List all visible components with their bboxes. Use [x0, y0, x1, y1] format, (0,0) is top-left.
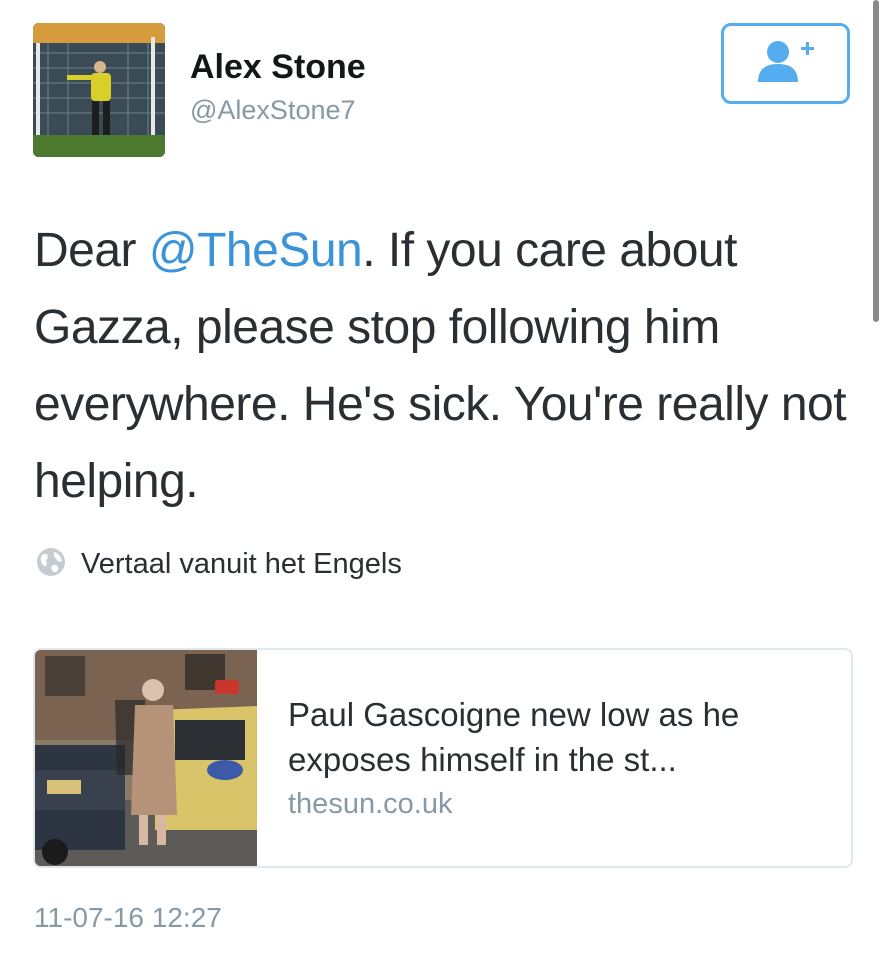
mention-link[interactable]: @TheSun — [149, 224, 363, 277]
person-add-icon — [754, 38, 818, 89]
user-handle[interactable]: @AlexStone7 — [190, 95, 356, 126]
avatar[interactable] — [33, 23, 165, 157]
globe-icon — [35, 546, 67, 583]
translate-link[interactable]: Vertaal vanuit het Engels — [35, 544, 402, 584]
follow-button[interactable] — [721, 23, 850, 104]
display-name[interactable]: Alex Stone — [190, 48, 366, 87]
translate-label: Vertaal vanuit het Engels — [81, 547, 402, 580]
card-title: Paul Gascoigne new low as he exposes him… — [288, 696, 740, 778]
tweet-text: Dear @TheSun. If you care about Gazza, p… — [34, 212, 854, 520]
tweet-timestamp[interactable]: 11-07-16 12:27 — [34, 902, 222, 934]
link-card[interactable]: Paul Gascoigne new low as he exposes him… — [33, 648, 853, 868]
scrollbar[interactable] — [873, 0, 879, 322]
card-thumbnail — [35, 650, 257, 866]
card-domain: thesun.co.uk — [288, 788, 453, 820]
tweet-text-start: Dear — [34, 224, 149, 277]
avatar-photo — [33, 23, 165, 157]
